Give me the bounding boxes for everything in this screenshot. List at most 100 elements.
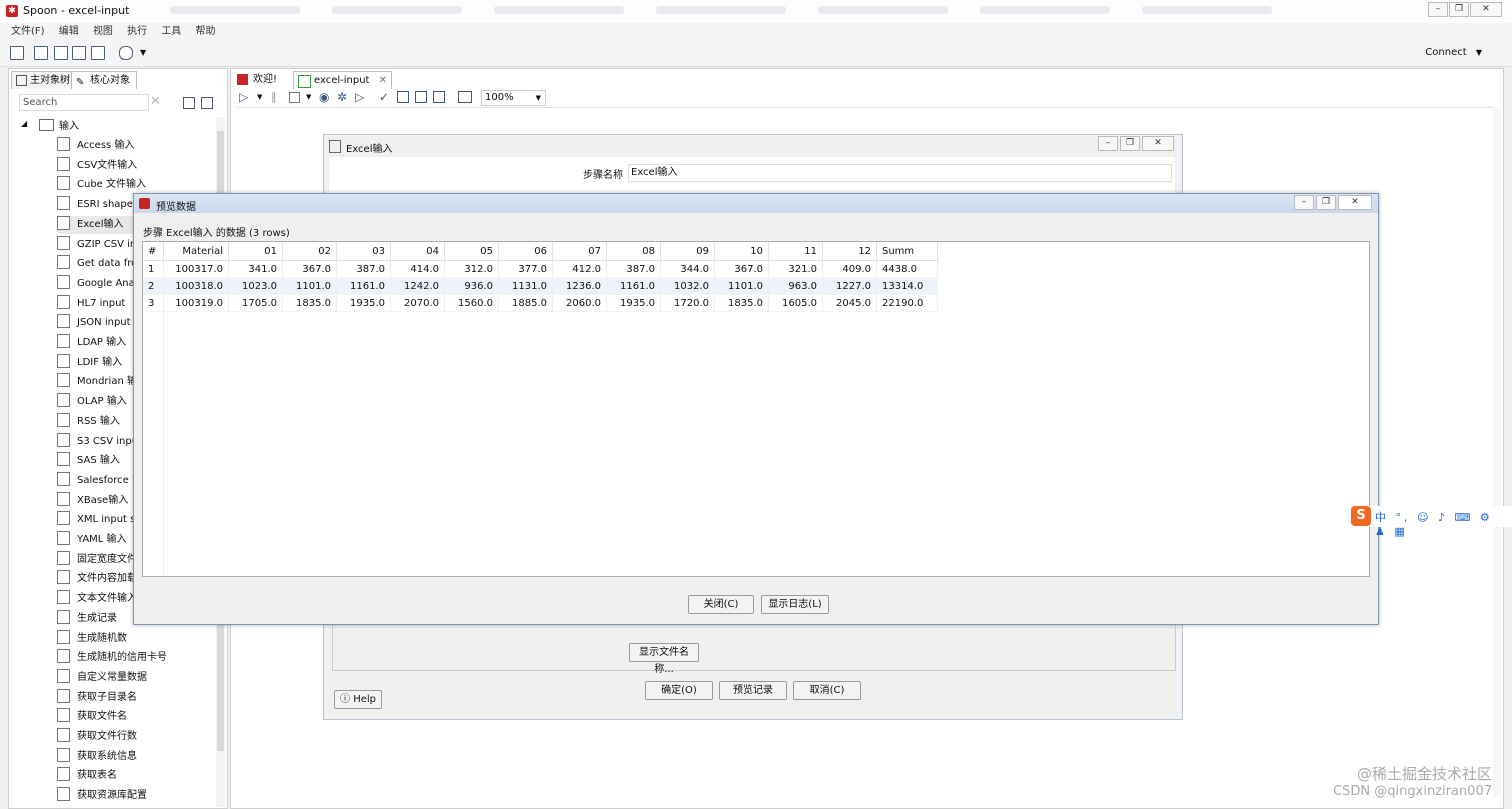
menu-file[interactable]: 文件(F) (11, 23, 45, 40)
pause-icon[interactable]: ‖ (271, 90, 277, 103)
column-header[interactable]: 03 (336, 242, 391, 261)
stop-icon[interactable] (289, 92, 300, 103)
table-cell[interactable]: 22190.0 (876, 294, 938, 312)
table-cell[interactable]: 1935.0 (336, 294, 391, 312)
cancel-button[interactable]: 取消(C) (793, 681, 861, 700)
debug-icon[interactable]: ✲ (337, 90, 347, 104)
table-row[interactable]: 3 100319.0 1705.0 1835.0 1935.0 2070.0 1560.0 1… (143, 294, 938, 312)
table-cell[interactable]: 936.0 (444, 277, 499, 295)
column-header[interactable]: 09 (660, 242, 715, 261)
column-header[interactable]: 12 (822, 242, 877, 261)
sogou-logo-icon[interactable]: S (1351, 506, 1371, 526)
table-cell[interactable]: 2 (143, 277, 164, 295)
menu-edit[interactable]: 编辑 (59, 23, 79, 40)
table-cell[interactable]: 377.0 (498, 260, 553, 278)
verify-icon[interactable]: ✓ (379, 90, 389, 104)
table-cell[interactable]: 4438.0 (876, 260, 938, 278)
table-cell[interactable]: 1236.0 (552, 277, 607, 295)
connect-button[interactable]: Connect ▼ (1425, 47, 1482, 58)
clear-search-icon[interactable]: ✕ (150, 94, 161, 109)
close-window-button[interactable]: ✕ (1470, 2, 1502, 17)
step-item[interactable]: 生成随机数 (57, 629, 217, 648)
step-item[interactable]: Cube 文件输入 (57, 176, 217, 194)
menu-tools[interactable]: 工具 (161, 23, 181, 40)
step-item[interactable]: 获取表名 (57, 767, 217, 785)
expand-all-icon[interactable] (183, 97, 195, 109)
table-cell[interactable]: 1885.0 (498, 294, 553, 312)
step-item[interactable]: 获取系统信息 (57, 747, 217, 766)
step-item[interactable]: 获取资源库配置 (57, 787, 217, 805)
table-cell[interactable]: 1161.0 (336, 277, 391, 295)
table-cell[interactable]: 100319.0 (163, 294, 229, 312)
table-cell[interactable]: 100318.0 (163, 277, 229, 295)
table-cell[interactable]: 2060.0 (552, 294, 607, 312)
column-header[interactable]: Summ (876, 242, 938, 261)
table-cell[interactable]: 2045.0 (822, 294, 877, 312)
chevron-down-icon[interactable]: ▼ (257, 93, 262, 101)
column-header[interactable]: Material (163, 242, 229, 261)
table-cell[interactable]: 1101.0 (714, 277, 769, 295)
minimize-button[interactable]: – (1428, 2, 1448, 17)
table-cell[interactable]: 412.0 (552, 260, 607, 278)
table-cell[interactable]: 13314.0 (876, 277, 938, 295)
zoom-select[interactable]: 100% ▼ (481, 90, 546, 106)
table-cell[interactable]: 367.0 (282, 260, 337, 278)
step-item[interactable]: 生成随机的信用卡号 (57, 649, 217, 667)
preview-icon[interactable]: ◉ (319, 90, 329, 104)
help-button[interactable]: ⓘ Help (334, 690, 382, 709)
table-row[interactable]: 1 100317.0 341.0 367.0 387.0 414.0 312.0 377.0 4… (143, 260, 938, 278)
table-cell[interactable]: 387.0 (606, 260, 661, 278)
column-header[interactable]: 02 (282, 242, 337, 261)
tab-excel-input[interactable]: excel-input ✕ (293, 71, 393, 89)
close-button[interactable]: 关闭(C) (688, 595, 754, 614)
table-cell[interactable]: 1131.0 (498, 277, 553, 295)
table-cell[interactable]: 1161.0 (606, 277, 661, 295)
table-cell[interactable]: 100317.0 (163, 260, 229, 278)
table-cell[interactable]: 312.0 (444, 260, 499, 278)
tab-core-objects[interactable]: ✎ 核心对象 (71, 71, 137, 89)
ok-button[interactable]: 确定(O) (645, 681, 713, 700)
table-cell[interactable]: 1705.0 (228, 294, 283, 312)
table-cell[interactable]: 963.0 (768, 277, 823, 295)
explore-db-icon[interactable] (433, 91, 445, 103)
table-cell[interactable]: 3 (143, 294, 164, 312)
column-header[interactable]: 05 (444, 242, 499, 261)
replay-icon[interactable]: ▷ (355, 90, 364, 104)
step-item[interactable]: Access 输入 (57, 137, 217, 155)
column-header[interactable]: 04 (390, 242, 445, 261)
table-cell[interactable]: 321.0 (768, 260, 823, 278)
table-cell[interactable]: 367.0 (714, 260, 769, 278)
chevron-down-icon[interactable]: ▼ (140, 48, 146, 57)
column-header[interactable]: 06 (498, 242, 553, 261)
collapse-all-icon[interactable] (201, 97, 213, 109)
preview-data-grid[interactable]: # Material 01 02 03 04 05 06 07 08 09 10 11 12 Summ 11… (142, 241, 1370, 577)
save-as-icon[interactable] (91, 46, 105, 60)
layers-icon[interactable] (119, 46, 133, 60)
new-file-icon[interactable] (10, 46, 24, 60)
restore-button[interactable]: ❐ (1449, 2, 1469, 17)
explore-repository-icon[interactable] (54, 46, 68, 60)
ime-toolbar[interactable]: S 中 °, ☺ ♪ ⌨ ⚙ ♟ ▦ (1349, 506, 1512, 538)
impact-icon[interactable] (397, 91, 409, 103)
canvas-scrollbar[interactable] (1493, 107, 1501, 797)
tab-welcome[interactable]: 欢迎! (233, 71, 281, 88)
preview-records-button[interactable]: 预览记录 (719, 681, 787, 700)
chevron-down-icon[interactable]: ▼ (306, 93, 311, 101)
column-header[interactable]: 01 (228, 242, 283, 261)
tab-main-object-tree[interactable]: 主对象树 (11, 71, 77, 89)
column-header[interactable]: 10 (714, 242, 769, 261)
table-row[interactable]: 2 100318.0 1023.0 1101.0 1161.0 1242.0 936.0 11… (143, 277, 938, 295)
ime-mode-icons[interactable]: 中 °, ☺ ♪ ⌨ ⚙ ♟ ▦ (1375, 509, 1512, 538)
tree-collapse-arrow-icon[interactable]: ◢ (21, 119, 27, 128)
sql-icon[interactable] (415, 91, 427, 103)
table-cell[interactable]: 341.0 (228, 260, 283, 278)
table-cell[interactable]: 1605.0 (768, 294, 823, 312)
close-dialog-button[interactable]: ✕ (1142, 136, 1174, 151)
close-dialog-button[interactable]: ✕ (1338, 195, 1372, 210)
table-cell[interactable]: 1227.0 (822, 277, 877, 295)
open-file-icon[interactable] (34, 46, 48, 60)
table-cell[interactable]: 1023.0 (228, 277, 283, 295)
run-icon[interactable]: ▷ (239, 90, 248, 104)
column-header[interactable]: 11 (768, 242, 823, 261)
restore-button[interactable]: ❐ (1316, 195, 1336, 210)
